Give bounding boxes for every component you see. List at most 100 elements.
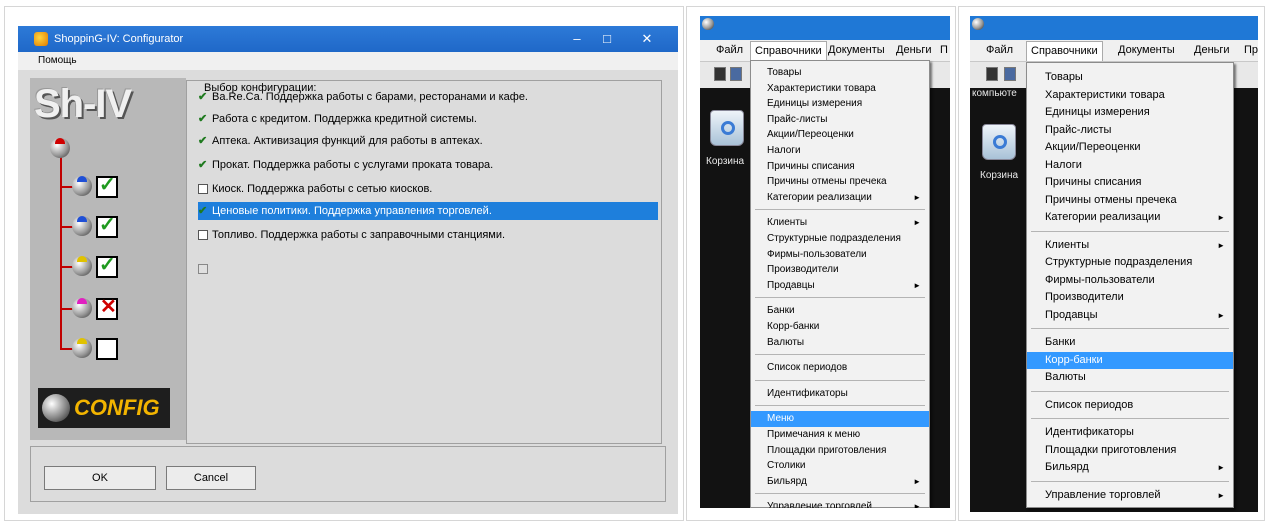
checkbox-checked[interactable]: ✔	[198, 206, 208, 217]
menu-more[interactable]: П	[940, 44, 948, 56]
main-menubar: Файл Справочники Документы Деньги П	[700, 40, 950, 62]
menu-item-единицы-измерения[interactable]: Единицы измерения	[751, 96, 929, 112]
config-option[interactable]: ✔ Ценовые политики. Поддержка управления …	[198, 202, 658, 220]
config-option[interactable]: ✔ Работа с кредитом. Поддержка кредитной …	[198, 110, 658, 128]
menu-item-примечания-к-меню[interactable]: Примечания к меню	[751, 427, 929, 443]
menu-item-label: Площадки приготовления	[767, 444, 887, 456]
cancel-button[interactable]: Cancel	[166, 466, 256, 490]
menu-item-корр-банки[interactable]: Корр-банки	[1027, 351, 1233, 369]
menu-documents[interactable]: Документы	[1118, 44, 1175, 56]
menu-documents[interactable]: Документы	[828, 44, 885, 56]
menu-item-фирмы-пользователи[interactable]: Фирмы-пользователи	[751, 247, 929, 263]
menu-item-акции-переоценки[interactable]: Акции/Переоценки	[751, 127, 929, 143]
menu-item-label: Фирмы-пользователи	[767, 248, 867, 260]
menu-item-клиенты[interactable]: Клиенты ►	[751, 215, 929, 231]
calculator-icon[interactable]	[986, 67, 998, 81]
menu-item-товары[interactable]: Товары	[751, 65, 929, 81]
minimize-button[interactable]: –	[564, 30, 590, 48]
menu-help[interactable]: Помощь	[38, 55, 77, 66]
menu-item-характеристики-товара[interactable]: Характеристики товара	[751, 81, 929, 97]
config-option[interactable]: Киоск. Поддержка работы с сетью киосков.	[198, 180, 658, 198]
node-checkbox-checked: ✓	[96, 254, 118, 278]
tree-trunk	[60, 154, 62, 350]
menu-item-управление-торговлей[interactable]: Управление торговлей ►	[751, 499, 929, 508]
menu-item-товары[interactable]: Товары	[1027, 69, 1233, 87]
menu-item-налоги[interactable]: Налоги	[1027, 157, 1233, 175]
menu-item-причины-отмены-пречека[interactable]: Причины отмены пречека	[751, 174, 929, 190]
ok-button[interactable]: OK	[44, 466, 156, 490]
checkbox-checked[interactable]: ✔	[198, 136, 208, 147]
calculator-icon[interactable]	[714, 67, 726, 81]
checkbox-checked[interactable]: ✔	[198, 114, 208, 125]
menu-item-прайс-листы[interactable]: Прайс-листы	[751, 112, 929, 128]
menu-money[interactable]: Деньги	[1194, 44, 1230, 56]
menu-item-структурные-подразделения[interactable]: Структурные подразделения	[751, 231, 929, 247]
menu-item-банки[interactable]: Банки	[751, 303, 929, 319]
checkbox-checked[interactable]: ✔	[198, 160, 208, 171]
menu-item-идентификаторы[interactable]: Идентификаторы	[1027, 424, 1233, 442]
menu-item-бильярд[interactable]: Бильярд ►	[1027, 459, 1233, 477]
menu-item-фирмы-пользователи[interactable]: Фирмы-пользователи	[1027, 272, 1233, 290]
menu-item-столики[interactable]: Столики	[751, 458, 929, 474]
menu-item-единицы-измерения[interactable]: Единицы измерения	[1027, 104, 1233, 122]
extra-checkbox[interactable]	[198, 260, 218, 278]
config-option[interactable]: ✔ Ba.Re.Ca. Поддержка работы с барами, ре…	[198, 88, 658, 106]
window-titlebar[interactable]: ShoppinG-IV: Configurator – □ ✕	[18, 26, 678, 52]
menu-item-площадки-приготовления[interactable]: Площадки приготовления	[751, 443, 929, 459]
menu-references[interactable]: Справочники	[1026, 41, 1103, 61]
config-option[interactable]: Топливо. Поддержка работы с заправочными…	[198, 226, 658, 244]
menu-item-label: Бильярд	[1045, 461, 1089, 473]
sh-iv-logo: Sh-IV	[34, 82, 132, 126]
submenu-arrow-icon: ►	[1217, 240, 1225, 250]
menu-item-причины-отмены-пречека[interactable]: Причины отмены пречека	[1027, 192, 1233, 210]
menu-item-производители[interactable]: Производители	[751, 262, 929, 278]
checkbox-checked[interactable]: ✔	[198, 92, 208, 103]
config-option[interactable]: ✔ Прокат. Поддержка работы с услугами про…	[198, 156, 658, 174]
menu-item-характеристики-товара[interactable]: Характеристики товара	[1027, 87, 1233, 105]
menu-item-причины-списания[interactable]: Причины списания	[1027, 174, 1233, 192]
menu-item-label: Характеристики товара	[767, 82, 876, 94]
menu-file[interactable]: Файл	[986, 44, 1013, 56]
menu-item-управление-торговлей[interactable]: Управление торговлей ►	[1027, 487, 1233, 505]
config-option[interactable]: ✔ Аптека. Активизация функций для работы …	[198, 132, 658, 150]
menu-item-категории-реализации[interactable]: Категории реализации ►	[1027, 209, 1233, 227]
config-option-label: Работа с кредитом. Поддержка кредитной с…	[212, 113, 477, 125]
checkbox-unchecked[interactable]	[198, 184, 208, 194]
menu-item-категории-реализации[interactable]: Категории реализации ►	[751, 190, 929, 206]
grid-icon[interactable]	[730, 67, 742, 81]
menu-item-производители[interactable]: Производители	[1027, 289, 1233, 307]
menu-item-label: Список периодов	[1045, 398, 1134, 411]
extra-checkbox-box[interactable]	[198, 264, 208, 274]
menu-item-корр-банки[interactable]: Корр-банки	[751, 319, 929, 335]
close-button[interactable]: ✕	[634, 30, 660, 48]
menu-separator	[755, 354, 925, 356]
grid-icon[interactable]	[1004, 67, 1016, 81]
menu-item-банки[interactable]: Банки	[1027, 334, 1233, 352]
menu-references[interactable]: Справочники	[750, 41, 827, 61]
menu-item-продавцы[interactable]: Продавцы ►	[1027, 307, 1233, 325]
maximize-button[interactable]: □	[594, 30, 620, 48]
menu-item-список-периодов[interactable]: Список периодов	[751, 360, 929, 376]
recycle-bin-icon[interactable]	[710, 110, 744, 146]
checkbox-unchecked[interactable]	[198, 230, 208, 240]
menu-item-меню[interactable]: Меню	[751, 411, 929, 427]
menu-item-причины-списания[interactable]: Причины списания	[751, 159, 929, 175]
menu-item-акции-переоценки[interactable]: Акции/Переоценки	[1027, 139, 1233, 157]
recycle-bin-icon[interactable]	[982, 124, 1016, 160]
menu-more[interactable]: Пр	[1244, 44, 1258, 56]
menu-item-налоги[interactable]: Налоги	[751, 143, 929, 159]
menu-item-площадки-приготовления[interactable]: Площадки приготовления	[1027, 442, 1233, 460]
menu-item-label: Список периодов	[767, 362, 848, 374]
menu-item-прайс-листы[interactable]: Прайс-листы	[1027, 122, 1233, 140]
menu-item-идентификаторы[interactable]: Идентификаторы	[751, 386, 929, 402]
menu-item-валюты[interactable]: Валюты	[1027, 369, 1233, 387]
menu-item-список-периодов[interactable]: Список периодов	[1027, 397, 1233, 415]
menu-item-клиенты[interactable]: Клиенты ►	[1027, 237, 1233, 255]
menu-item-продавцы[interactable]: Продавцы ►	[751, 278, 929, 294]
menu-item-валюты[interactable]: Валюты	[751, 335, 929, 351]
menu-item-структурные-подразделения[interactable]: Структурные подразделения	[1027, 254, 1233, 272]
menu-file[interactable]: Файл	[716, 44, 743, 56]
menu-item-бильярд[interactable]: Бильярд ►	[751, 474, 929, 490]
menu-item-label: Причины отмены пречека	[1045, 193, 1177, 206]
menu-money[interactable]: Деньги	[896, 44, 932, 56]
